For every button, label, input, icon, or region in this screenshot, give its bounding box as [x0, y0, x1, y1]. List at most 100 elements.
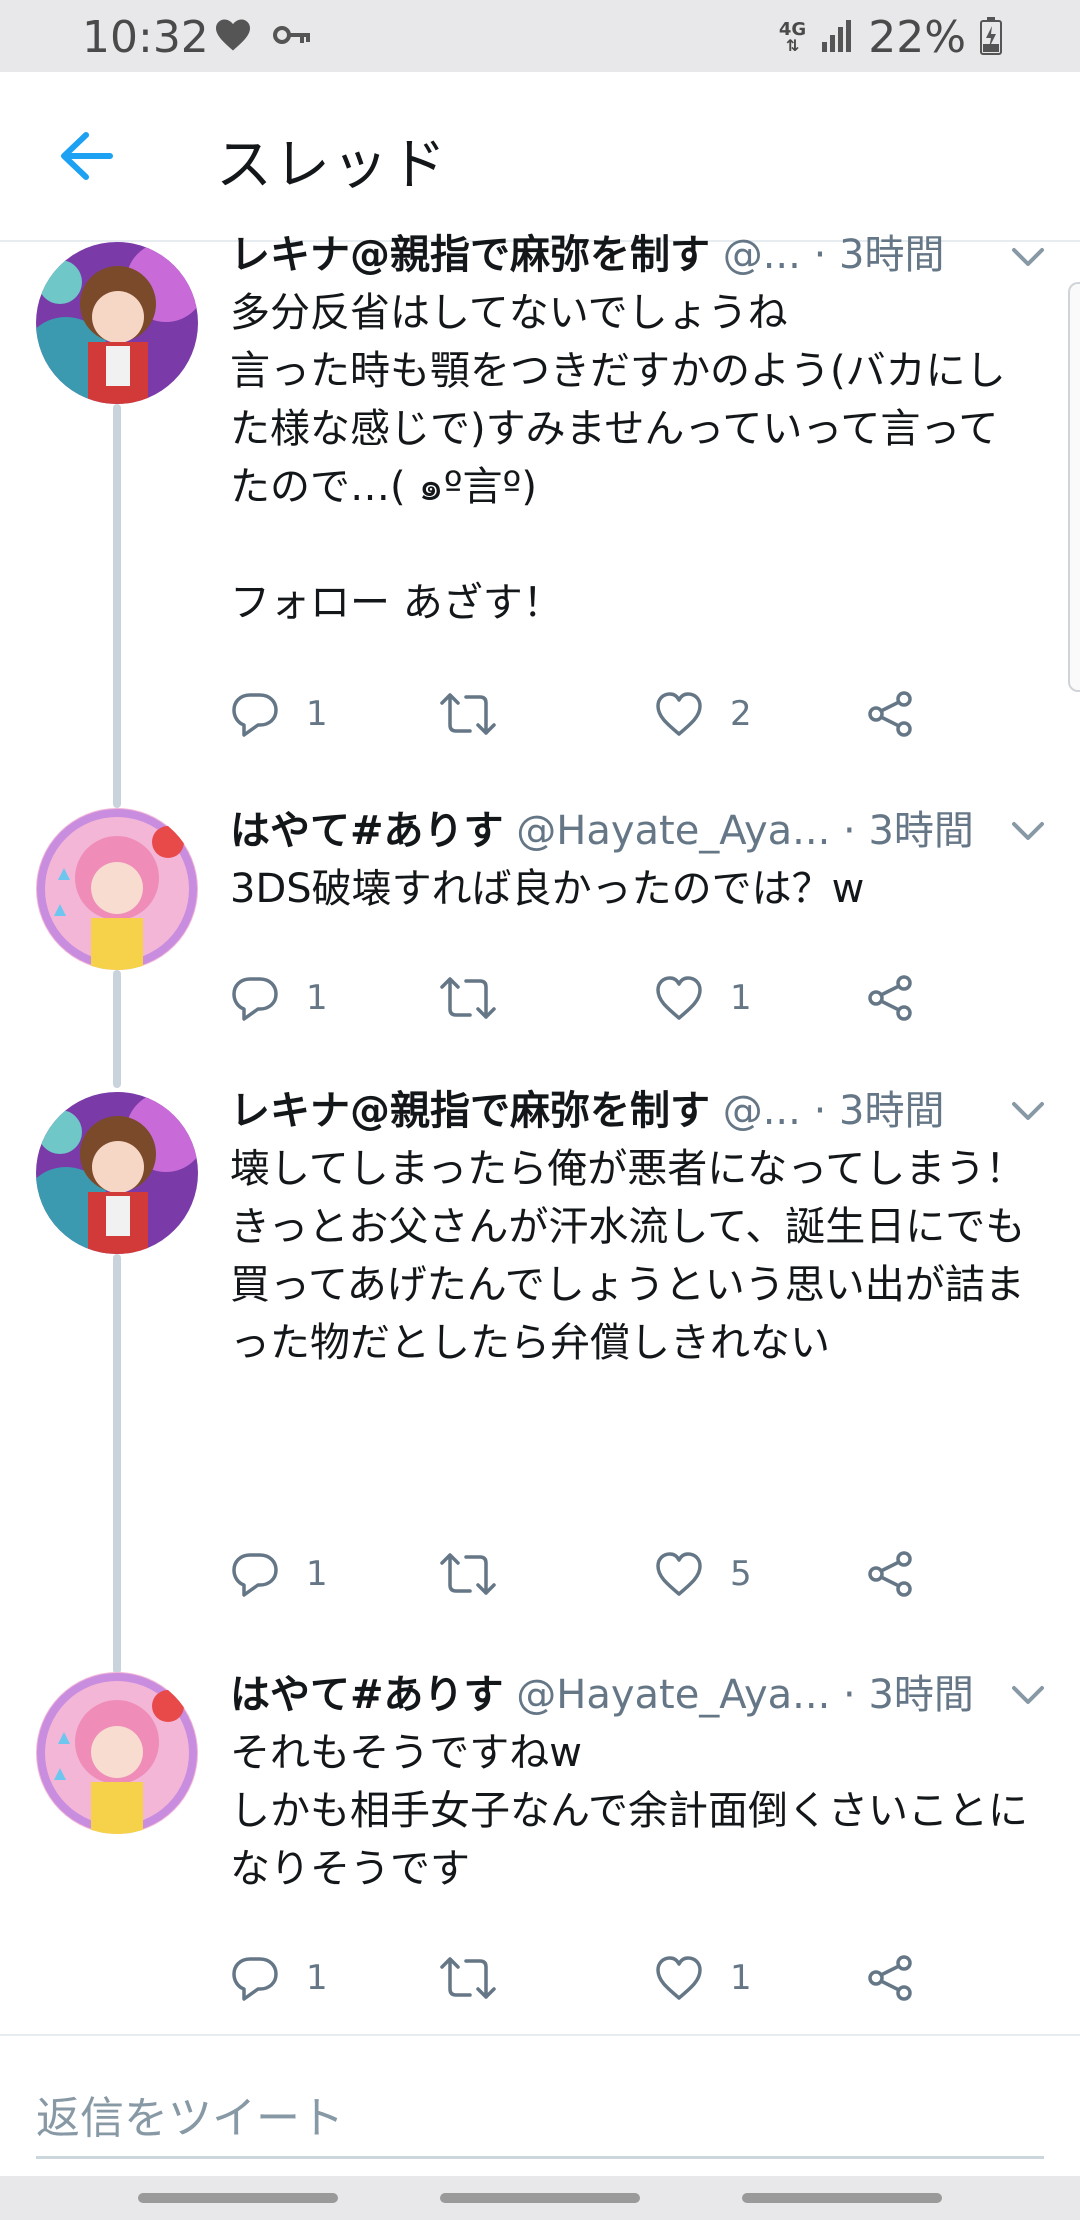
tweet-time[interactable]: 3時間 [839, 232, 944, 278]
avatar[interactable] [36, 242, 198, 404]
tweet-menu-button[interactable] [1008, 242, 1048, 272]
reply-button[interactable]: 1 [230, 968, 328, 1028]
tweet[interactable]: はやて#ありす @Hayate_Aya... · 3時間 3DS破壊すれば良かっ… [0, 788, 1080, 1088]
author-handle[interactable]: @... [723, 232, 801, 278]
tweet[interactable]: レキナ@親指で麻弥を制す @... · 3時間 多分反省はしてないでしょうね 言… [0, 232, 1080, 802]
avatar[interactable] [36, 1672, 198, 1834]
avatar[interactable] [36, 808, 198, 970]
retweet-button[interactable] [440, 1948, 522, 2008]
thread-line [113, 970, 121, 1088]
reply-count: 1 [306, 978, 328, 1018]
share-button[interactable] [866, 1544, 916, 1604]
chevron-down-icon [1012, 1686, 1044, 1704]
tweet-time[interactable]: 3時間 [839, 1088, 944, 1134]
tweet-time[interactable]: 3時間 [868, 1672, 973, 1718]
reply-button[interactable]: 1 [230, 1948, 328, 2008]
reply-count: 1 [306, 694, 328, 734]
reply-bar: 返信をツイート [0, 2034, 1080, 2174]
status-right: 4G ⇅ 22% [779, 12, 1002, 63]
tweet-header: はやて#ありす @Hayate_Aya... · 3時間 [230, 806, 1040, 856]
like-button[interactable]: 5 [654, 1544, 752, 1604]
tweet-header: レキナ@親指で麻弥を制す @... · 3時間 [230, 1086, 1040, 1136]
author-handle[interactable]: @... [723, 1088, 801, 1134]
tweet-header: はやて#ありす @Hayate_Aya... · 3時間 [230, 1670, 1040, 1720]
like-count: 1 [730, 978, 752, 1018]
battery-charging-icon [980, 16, 1002, 59]
network-type: 4G ⇅ [778, 18, 807, 55]
retweet-icon [440, 693, 496, 735]
thread-line [113, 404, 121, 802]
author-name[interactable]: はやて#ありす [230, 1672, 504, 1718]
like-count: 2 [730, 694, 752, 734]
separator-dot: · [843, 1672, 856, 1718]
nav-back-gesture[interactable] [138, 2193, 338, 2203]
thread-line [113, 1254, 121, 1674]
share-icon [868, 1955, 912, 2001]
page-title: スレッド [216, 133, 448, 198]
share-icon [868, 975, 912, 1021]
like-count: 1 [730, 1958, 752, 1998]
share-button[interactable] [866, 684, 916, 744]
status-bar: 10:32 4G ⇅ 22% [0, 0, 1080, 72]
system-nav-bar [0, 2176, 1080, 2220]
author-handle[interactable]: @Hayate_Aya... [516, 808, 830, 854]
retweet-button[interactable] [440, 968, 522, 1028]
author-name[interactable]: はやて#ありす [230, 808, 504, 854]
status-time: 10:32 [82, 12, 209, 63]
reply-input-underline [36, 2156, 1044, 2159]
retweet-icon [440, 1553, 496, 1595]
author-name[interactable]: レキナ@親指で麻弥を制す [230, 1088, 710, 1134]
tweet-text: 壊してしまったら俺が悪者になってしまう！ きっとお父さんが汗水流して、誕生日にで… [230, 1146, 1026, 1366]
status-left-icons [214, 18, 312, 56]
app-header: スレッド [0, 72, 1080, 242]
battery-percent: 22% [868, 12, 966, 63]
reply-icon [232, 1553, 278, 1597]
avatar[interactable] [36, 1092, 198, 1254]
chevron-down-icon [1012, 1102, 1044, 1120]
tweet-time[interactable]: 3時間 [868, 808, 973, 854]
author-handle[interactable]: @Hayate_Aya... [516, 1672, 830, 1718]
arrow-left-icon [61, 132, 113, 180]
separator-dot: · [843, 808, 856, 854]
chevron-down-icon [1012, 248, 1044, 266]
reply-icon [232, 1957, 278, 2001]
tweet[interactable]: レキナ@親指で麻弥を制す @... · 3時間 壊してしまったら俺が悪者になって… [0, 1088, 1080, 1674]
nav-recents-gesture[interactable] [742, 2193, 942, 2203]
tweet-header: レキナ@親指で麻弥を制す @... · 3時間 [230, 230, 1040, 280]
key-icon [272, 20, 312, 54]
tweet[interactable]: はやて#ありす @Hayate_Aya... · 3時間 それもそうですねw し… [0, 1672, 1080, 2032]
share-icon [868, 1551, 912, 1597]
tweet-text: 多分反省はしてないでしょうね 言った時も顎をつきだすかのよう(バカにした様な感じ… [230, 290, 1006, 626]
heart-icon [656, 692, 702, 736]
author-name[interactable]: レキナ@親指で麻弥を制す [230, 232, 710, 278]
signal-icon [820, 18, 854, 58]
share-button[interactable] [866, 968, 916, 1028]
chevron-down-icon [1012, 822, 1044, 840]
reply-input[interactable]: 返信をツイート [36, 2082, 344, 2146]
tweet-menu-button[interactable] [1008, 816, 1048, 846]
heart-icon [656, 1956, 702, 2000]
reply-count: 1 [306, 1554, 328, 1594]
heart-icon [656, 976, 702, 1020]
like-button[interactable]: 1 [654, 968, 752, 1028]
retweet-icon [440, 977, 496, 1019]
heart-icon [656, 1552, 702, 1596]
like-button[interactable]: 1 [654, 1948, 752, 2008]
tweet-menu-button[interactable] [1008, 1096, 1048, 1126]
separator-dot: · [813, 232, 827, 278]
like-button[interactable]: 2 [654, 684, 752, 744]
like-count: 5 [730, 1554, 752, 1594]
reply-button[interactable]: 1 [230, 1544, 328, 1604]
thread-line [113, 788, 121, 808]
nav-home-gesture[interactable] [440, 2193, 640, 2203]
separator-dot: · [813, 1088, 827, 1134]
share-button[interactable] [866, 1948, 916, 2008]
tweet-actions: 1 2 [230, 684, 950, 744]
retweet-button[interactable] [440, 684, 522, 744]
back-button[interactable] [50, 120, 122, 192]
tweet-actions: 1 1 [230, 968, 950, 1028]
tweet-text: それもそうですねw しかも相手女子なんで余計面倒くさいことになりそうです [230, 1730, 1028, 1892]
tweet-menu-button[interactable] [1008, 1680, 1048, 1710]
reply-button[interactable]: 1 [230, 684, 328, 744]
retweet-button[interactable] [440, 1544, 522, 1604]
